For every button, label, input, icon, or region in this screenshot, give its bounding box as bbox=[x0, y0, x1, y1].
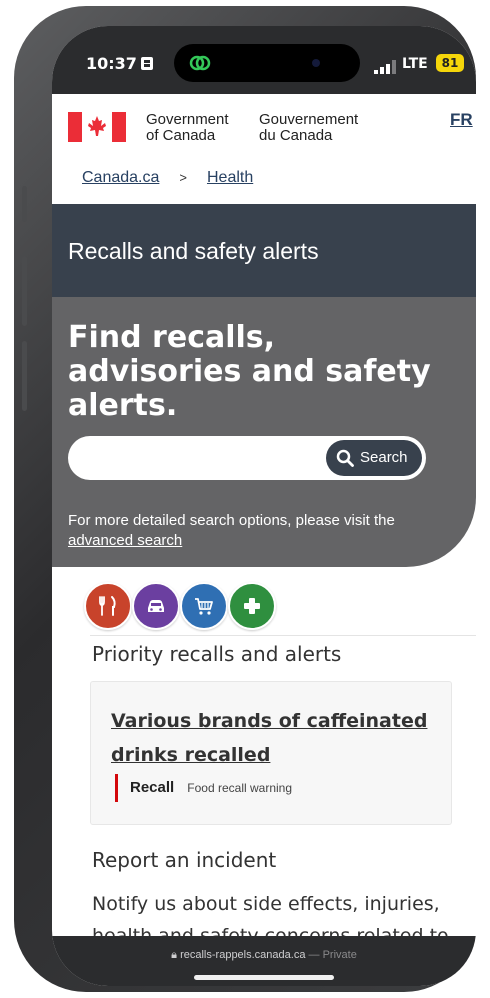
alert-type: Food recall warning bbox=[187, 781, 293, 795]
category-consumer-products-button[interactable] bbox=[180, 582, 228, 630]
url-display[interactable]: 🔒︎ recalls-rappels.canada.ca — Private bbox=[52, 949, 476, 962]
battery-icon: 81 bbox=[436, 54, 464, 72]
link-rings-icon bbox=[189, 55, 211, 71]
network-type: LTE bbox=[402, 56, 428, 72]
signal-bars-icon bbox=[374, 60, 396, 74]
url-text: recalls-rappels.canada.ca bbox=[180, 949, 306, 961]
alert-tag: Recall Food recall warning bbox=[115, 774, 292, 802]
gov-signature-fr[interactable]: Gouvernement du Canada bbox=[259, 112, 358, 144]
section-divider bbox=[90, 635, 476, 636]
advanced-search-note-text: For more detailed search options, please… bbox=[68, 512, 395, 529]
gov-header: Government of Canada Gouvernement du Can… bbox=[52, 94, 476, 156]
search-button[interactable]: Search bbox=[326, 440, 422, 476]
priority-heading: Priority recalls and alerts bbox=[92, 642, 342, 666]
phone-frame: 10:37 LTE 81 Government of Canada Gouver… bbox=[14, 6, 476, 992]
home-indicator[interactable] bbox=[194, 975, 334, 980]
status-time: 10:37 bbox=[86, 54, 153, 73]
canada-flag-icon[interactable] bbox=[68, 112, 126, 142]
advanced-search-note: For more detailed search options, please… bbox=[68, 511, 438, 551]
lock-icon: 🔒︎ bbox=[171, 949, 178, 961]
search-button-label: Search bbox=[360, 449, 408, 466]
alert-label: Recall bbox=[130, 779, 175, 796]
screen: 10:37 LTE 81 Government of Canada Gouver… bbox=[52, 26, 476, 986]
hero-search-panel: Find recalls, advisories and safety aler… bbox=[52, 297, 476, 567]
breadcrumb: Canada.ca > Health bbox=[82, 169, 253, 187]
priority-alert-card: Various brands of caffeinated drinks rec… bbox=[90, 681, 452, 825]
breadcrumb-canada-link[interactable]: Canada.ca bbox=[82, 169, 159, 186]
shopping-cart-icon bbox=[195, 598, 213, 615]
category-health-products-button[interactable] bbox=[228, 582, 276, 630]
gov-signature-en[interactable]: Government of Canada bbox=[146, 112, 229, 144]
gov-en-line1: Government bbox=[146, 111, 229, 128]
volume-down-button bbox=[22, 341, 27, 411]
car-icon bbox=[148, 600, 164, 612]
gov-fr-line1: Gouvernement bbox=[259, 111, 359, 128]
camera-dot bbox=[312, 59, 320, 67]
status-bar: 10:37 LTE 81 bbox=[52, 26, 476, 94]
category-food-button[interactable] bbox=[84, 582, 132, 630]
search-icon bbox=[336, 449, 354, 467]
mute-switch bbox=[22, 186, 27, 222]
category-vehicles-button[interactable] bbox=[132, 582, 180, 630]
advanced-search-link[interactable]: advanced search bbox=[68, 532, 182, 549]
report-heading: Report an incident bbox=[92, 848, 277, 872]
fork-knife-icon bbox=[99, 596, 116, 616]
hero-heading: Find recalls, advisories and safety aler… bbox=[68, 320, 431, 423]
breadcrumb-separator: > bbox=[179, 170, 187, 185]
notification-badge-icon bbox=[140, 57, 153, 70]
status-time-text: 10:37 bbox=[86, 54, 137, 73]
browser-url-bar[interactable]: 🔒︎ recalls-rappels.canada.ca — Private bbox=[52, 936, 476, 986]
private-mode-label: — Private bbox=[308, 949, 357, 961]
category-icons bbox=[84, 582, 284, 634]
plus-icon bbox=[244, 598, 260, 614]
alert-title-link[interactable]: Various brands of caffeinated drinks rec… bbox=[111, 704, 441, 772]
search-input[interactable]: Search bbox=[68, 436, 426, 480]
language-toggle-link[interactable]: FR bbox=[450, 110, 473, 130]
gov-en-line2: of Canada bbox=[146, 127, 216, 144]
volume-up-button bbox=[22, 256, 27, 326]
dynamic-island bbox=[174, 44, 360, 82]
title-band: Recalls and safety alerts bbox=[52, 204, 476, 297]
page-title: Recalls and safety alerts bbox=[68, 238, 319, 264]
breadcrumb-health-link[interactable]: Health bbox=[207, 169, 253, 186]
gov-fr-line2: du Canada bbox=[259, 127, 333, 144]
